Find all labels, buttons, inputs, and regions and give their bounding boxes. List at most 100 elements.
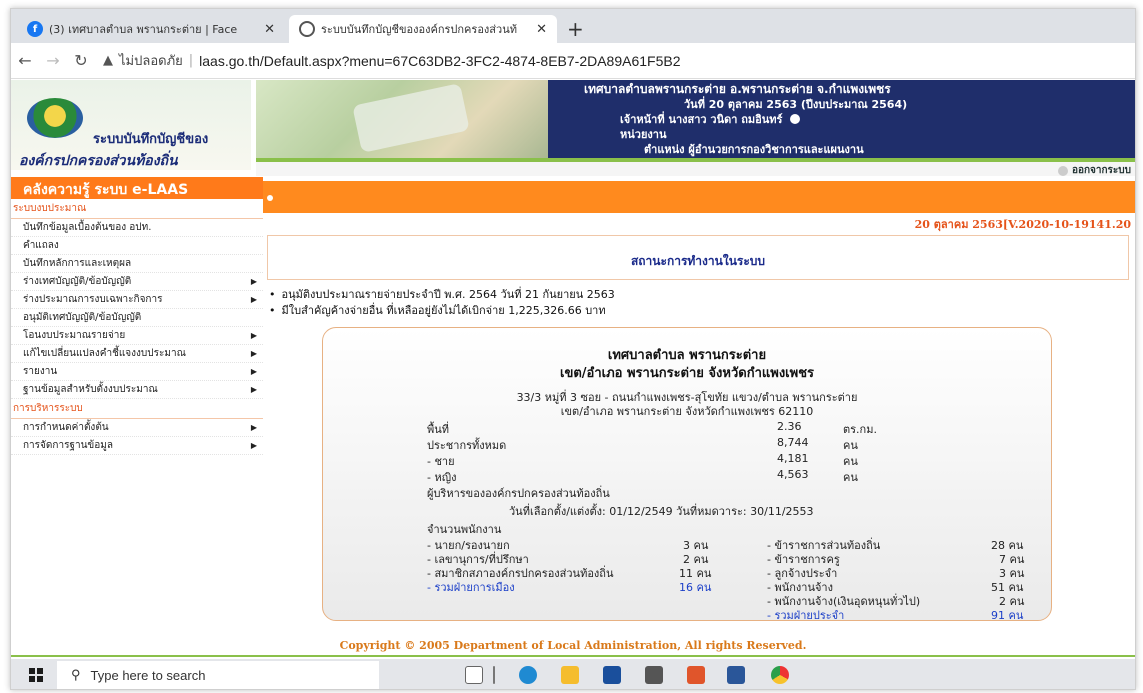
bullet-icon (267, 195, 273, 201)
sidebar-item-label: รายงาน (23, 366, 58, 377)
sidebar-item[interactable]: แก้ไขเปลี่ยนแปลงคำชี้แจงงบประมาณ ▶ (11, 345, 263, 363)
tab-facebook[interactable]: f (3) เทศบาลตำบล พรานกระต่าย | Face ✕ (17, 15, 285, 43)
tab-bar: f (3) เทศบาลตำบล พรานกระต่าย | Face ✕ ระ… (11, 9, 1135, 43)
sidebar-item[interactable]: บันทึกข้อมูลเบื้องต้นของ อปท. (11, 219, 263, 237)
sidebar-item[interactable]: โอนงบประมาณรายจ่าย ▶ (11, 327, 263, 345)
sidebar-section-admin: การบริหารระบบ (11, 399, 263, 419)
toolbar-strip (263, 181, 1135, 213)
position-line: ตำแหน่ง ผู้อำนวยการกองวิชาการและแผนงาน (584, 142, 1135, 157)
stat-value: 8,744 (777, 436, 809, 449)
exec-label: ผู้บริหารขององค์กรปกครองส่วนท้องถิ่น (427, 487, 610, 500)
file-explorer-icon[interactable] (561, 666, 579, 684)
tab-laas[interactable]: ระบบบันทึกบัญชีขององค์กรปกครองส่วนท้ ✕ (289, 15, 557, 43)
header-info: เทศบาลตำบลพรานกระต่าย อ.พรานกระต่าย จ.กำ… (548, 80, 1135, 158)
user-icon (790, 114, 801, 124)
sidebar-item-label: โอนงบประมาณรายจ่าย (23, 330, 126, 341)
sidebar-item-label: คำแถลง (23, 240, 59, 251)
sidebar-item[interactable]: การกำหนดค่าตั้งต้น ▶ (11, 419, 263, 437)
staff-count: 16 คน (679, 581, 712, 594)
stat-unit: คน (843, 471, 858, 484)
sidebar-item-label: การจัดการฐานข้อมูล (23, 440, 113, 451)
status-text: มีใบสำคัญค้างจ่ายอื่น ที่เหลืออยู่ยังไม่… (281, 304, 606, 317)
search-icon: ⚲ (71, 667, 81, 682)
sidebar-item[interactable]: รายงาน ▶ (11, 363, 263, 381)
app-icon[interactable] (687, 666, 705, 684)
site-header: ระบบบันทึกบัญชีของ องค์กรปกครองส่วนท้องถ… (11, 80, 1135, 176)
close-icon[interactable]: ✕ (536, 22, 547, 37)
sidebar-item[interactable]: คำแถลง (11, 237, 263, 255)
stat-value: 4,563 (777, 468, 809, 481)
chevron-right-icon: ▶ (250, 385, 257, 394)
address-line2: เขต/อำเภอ พรานกระต่าย จังหวัดกำแพงเพชร 6… (560, 405, 814, 418)
new-tab-button[interactable]: + (567, 17, 584, 41)
sidebar-item[interactable]: ร่างประมาณการงบเฉพาะกิจการ ▶ (11, 291, 263, 309)
date-version: 20 ตุลาคม 2563[V.2020-10-19141.20 (914, 218, 1131, 231)
status-panel: สถานะการทำงานในระบบ (267, 235, 1129, 280)
sidebar-item-label: ร่างประมาณการงบเฉพาะกิจการ (23, 294, 163, 305)
header-date: วันที่ 20 ตุลาคม 2563 (ปีงบประมาณ 2564) (684, 98, 908, 111)
sidebar-item[interactable]: การจัดการฐานข้อมูล ▶ (11, 437, 263, 455)
chevron-right-icon: ▶ (250, 277, 257, 286)
chevron-right-icon: ▶ (250, 349, 257, 358)
logout-link[interactable]: ออกจากระบบ (1057, 163, 1131, 178)
sidebar-item[interactable]: ร่างเทศบัญญัติ/ข้อบัญญัติ ▶ (11, 273, 263, 291)
staff-label: - รวมฝ่ายประจำ (767, 609, 845, 622)
dla-seal-icon (27, 98, 83, 138)
org-name: เทศบาลตำบลพรานกระต่าย อ.พรานกระต่าย จ.กำ… (584, 82, 891, 96)
url-field[interactable]: ▲ ไม่ปลอดภัย | laas.go.th/Default.aspx?m… (103, 50, 681, 71)
unit-label: หน่วยงาน (620, 128, 667, 141)
sidebar-item-label: ร่างเทศบัญญัติ/ข้อบัญญัติ (23, 276, 132, 287)
close-icon[interactable]: ✕ (264, 22, 275, 37)
search-placeholder: Type here to search (90, 667, 206, 683)
sidebar-item-label: บันทึกหลักการและเหตุผล (23, 258, 132, 269)
chevron-right-icon: ▶ (250, 423, 257, 432)
chevron-right-icon: ▶ (250, 441, 257, 450)
exec-dates: วันที่เลือกตั้ง/แต่งตั้ง: 01/12/2549 วัน… (509, 505, 814, 518)
taskbar-search-input[interactable]: ⚲ Type here to search (57, 661, 379, 689)
sidebar-item[interactable]: ฐานข้อมูลสำหรับตั้งงบประมาณ ▶ (11, 381, 263, 399)
position-value: ผู้อำนวยการกองวิชาการและแผนงาน (688, 143, 864, 156)
sidebar-title[interactable]: คลังความรู้ ระบบ e-LAAS (11, 177, 263, 199)
forward-button[interactable]: → (39, 51, 67, 70)
insecure-label: ไม่ปลอดภัย (119, 54, 183, 69)
warning-icon: ▲ (103, 53, 113, 68)
sidebar-item[interactable]: อนุมัติเทศบัญญัติ/ข้อบัญญัติ (11, 309, 263, 327)
status-title: สถานะการทำงานในระบบ (630, 254, 766, 268)
mail-icon[interactable] (603, 666, 621, 684)
org-district: เขต/อำเภอ พรานกระต่าย จังหวัดกำแพงเพชร (560, 366, 814, 381)
edge-icon[interactable] (519, 666, 537, 684)
org-info-card: เทศบาลตำบล พรานกระต่าย เขต/อำเภอ พรานกระ… (322, 327, 1052, 622)
logout-label: ออกจากระบบ (1071, 165, 1131, 176)
facebook-icon: f (27, 21, 43, 37)
officer-line: เจ้าหน้าที่ นางสาว วนิดา ถมอินทร์ (584, 112, 1135, 127)
staff-count: 91 คน (991, 609, 1024, 622)
windows-start-icon[interactable] (29, 668, 43, 682)
taskbar: ⚲ Type here to search (11, 659, 1135, 689)
divider (493, 666, 495, 684)
position-label: ตำแหน่ง (644, 143, 685, 156)
dropbox-icon[interactable] (645, 666, 663, 684)
chrome-icon[interactable] (771, 666, 789, 684)
back-button[interactable]: ← (11, 51, 39, 70)
sidebar-section-budget: ระบบงบประมาณ (11, 199, 263, 219)
chevron-right-icon: ▶ (250, 295, 257, 304)
sidebar-item-label: บันทึกข้อมูลเบื้องต้นของ อปท. (23, 222, 152, 233)
sidebar-item[interactable]: บันทึกหลักการและเหตุผล (11, 255, 263, 273)
tab-title: ระบบบันทึกบัญชีขององค์กรปกครองส่วนท้ (321, 23, 517, 36)
status-text: อนุมัติงบประมาณรายจ่ายประจำปี พ.ศ. 2564 … (281, 288, 615, 301)
copyright: Copyright © 2005 Department of Local Adm… (339, 639, 807, 652)
reload-button[interactable]: ↻ (67, 51, 95, 70)
sidebar-item-label: การกำหนดค่าตั้งต้น (23, 422, 109, 433)
word-icon[interactable] (727, 666, 745, 684)
task-view-icon[interactable] (465, 666, 483, 684)
sidebar-item-label: แก้ไขเปลี่ยนแปลงคำชี้แจงงบประมาณ (23, 348, 186, 359)
logout-icon (1057, 165, 1068, 176)
tab-title: (3) เทศบาลตำบล พรานกระต่าย | Face (49, 23, 238, 36)
sidebar-item-label: อนุมัติเทศบัญญัติ/ข้อบัญญัติ (23, 312, 142, 323)
divider: | (188, 53, 194, 68)
url-text: laas.go.th/Default.aspx?menu=67C63DB2-3F… (199, 52, 681, 69)
officer-label: เจ้าหน้าที่ (620, 113, 665, 126)
sidebar: คลังความรู้ ระบบ e-LAAS ระบบงบประมาณ บัน… (11, 177, 263, 627)
chevron-right-icon: ▶ (250, 331, 257, 340)
header-photo (256, 80, 548, 158)
